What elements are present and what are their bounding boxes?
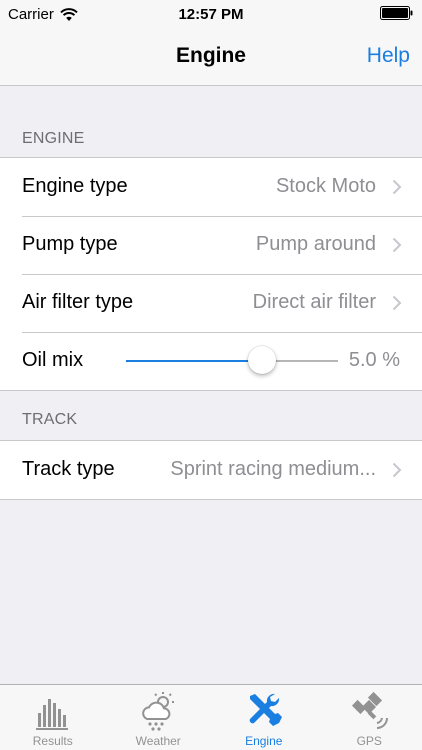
tab-bar: Results Weather Engine GPS: [0, 684, 422, 750]
wrench-screwdriver-icon: [249, 693, 282, 726]
track-settings-group: Track type Sprint racing medium...: [0, 440, 422, 500]
battery-icon: [380, 6, 413, 20]
navigation-bar: Engine Help: [0, 30, 422, 86]
chevron-right-icon: [392, 237, 402, 253]
cloud-sun-rain-icon: [142, 692, 175, 731]
oil-mix-label: Oil mix: [22, 349, 84, 371]
tab-results-label: Results: [32, 734, 73, 748]
chevron-right-icon: [392, 462, 402, 478]
satellite-icon: [352, 691, 389, 729]
chevron-right-icon: [392, 179, 402, 195]
tab-weather[interactable]: Weather: [106, 685, 212, 750]
tab-weather-label: Weather: [135, 734, 181, 748]
engine-settings-group: Engine type Stock Moto Pump type Pump ar…: [0, 157, 422, 391]
track-type-label: Track type: [22, 458, 115, 480]
engine-section-header: ENGINE: [22, 130, 85, 147]
pump-type-label: Pump type: [22, 233, 118, 255]
tab-engine[interactable]: Engine: [211, 685, 317, 750]
pump-type-value: Pump around: [255, 233, 376, 255]
status-bar: Carrier 12:57 PM: [0, 0, 422, 30]
tab-gps[interactable]: GPS: [317, 685, 422, 750]
oil-mix-row: Oil mix 5.0 %: [0, 332, 422, 390]
tab-results[interactable]: Results: [0, 685, 106, 750]
status-right: [380, 6, 414, 20]
help-button[interactable]: Help: [367, 44, 410, 68]
pump-type-row[interactable]: Pump type Pump around: [0, 216, 422, 274]
tab-engine-label: Engine: [245, 734, 283, 748]
bar-chart-icon: [35, 699, 68, 730]
track-type-row[interactable]: Track type Sprint racing medium...: [0, 441, 422, 499]
tab-gps-label: GPS: [356, 734, 382, 748]
chevron-right-icon: [392, 295, 402, 311]
air-filter-type-value: Direct air filter: [252, 291, 376, 313]
oil-mix-value: 5.0 %: [348, 349, 400, 371]
track-section-header: TRACK: [22, 411, 78, 428]
engine-type-row[interactable]: Engine type Stock Moto: [0, 158, 422, 216]
oil-mix-slider-fill: [126, 360, 262, 362]
engine-type-value: Stock Moto: [275, 175, 376, 197]
page-title: Engine: [175, 44, 246, 67]
air-filter-type-row[interactable]: Air filter type Direct air filter: [0, 274, 422, 332]
status-time: 12:57 PM: [178, 6, 244, 23]
oil-mix-slider-thumb[interactable]: [247, 346, 276, 374]
oil-mix-slider[interactable]: [126, 346, 338, 374]
air-filter-type-label: Air filter type: [22, 291, 134, 313]
engine-type-label: Engine type: [22, 175, 128, 197]
track-type-value: Sprint racing medium...: [170, 458, 376, 480]
